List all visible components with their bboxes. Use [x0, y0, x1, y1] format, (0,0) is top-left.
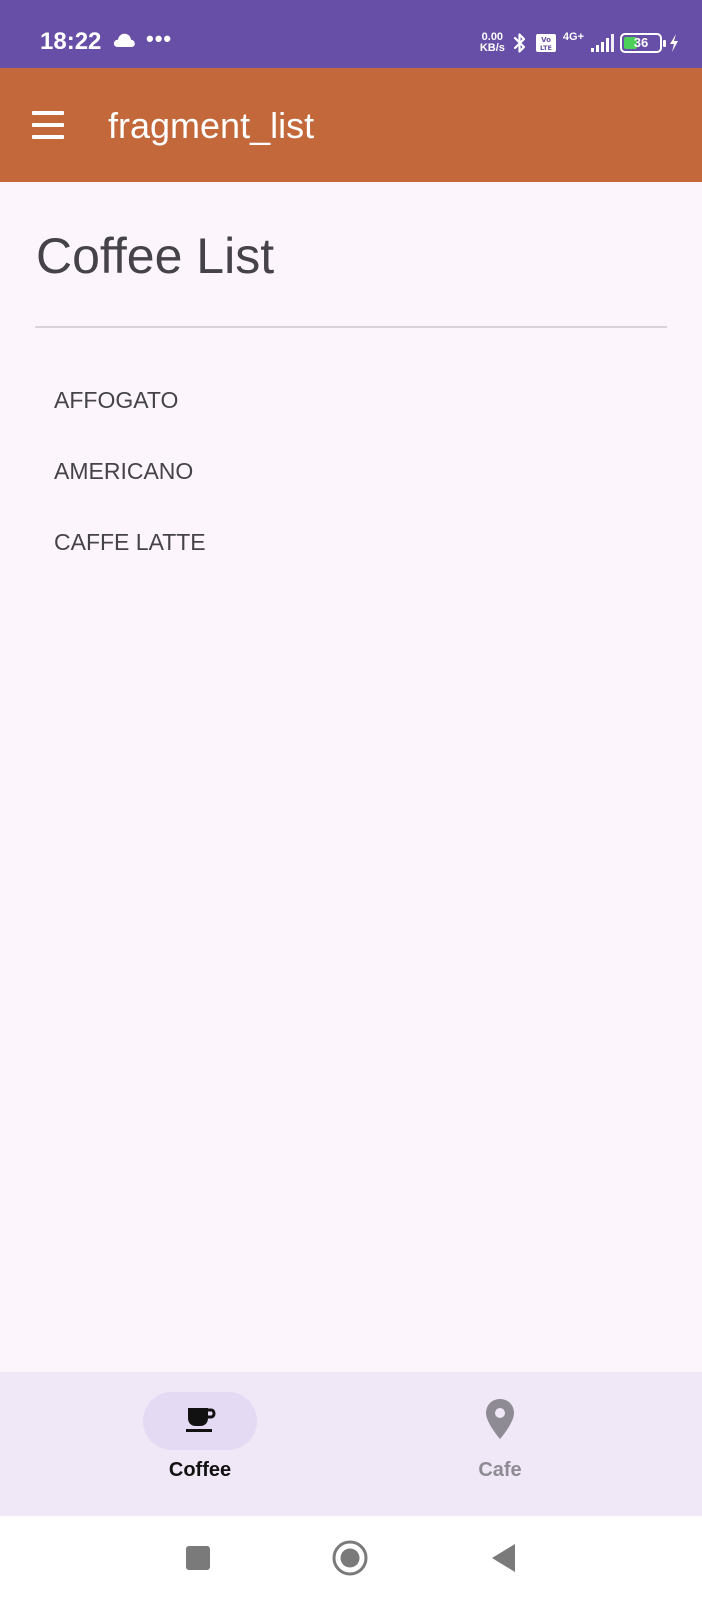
battery-level: 36: [633, 35, 649, 50]
status-time: 18:22: [40, 28, 102, 55]
triangle-back-icon: [489, 1542, 519, 1579]
nav-item-coffee[interactable]: Coffee: [120, 1392, 280, 1492]
page-title: Coffee List: [36, 228, 275, 284]
nav-item-cafe-indicator: [443, 1392, 557, 1450]
back-button[interactable]: [482, 1538, 526, 1582]
network-speed-unit: KB/s: [479, 42, 505, 54]
list-item-americano[interactable]: AMERICANO: [54, 451, 206, 522]
app-bar-title: fragment_list: [108, 105, 315, 146]
network-speed: 0.00 KB/s: [480, 32, 505, 54]
nav-item-coffee-label: Coffee: [168, 1459, 232, 1481]
bluetooth-icon: [511, 31, 529, 55]
list-item-affogato[interactable]: AFFOGATO: [54, 380, 206, 451]
system-navigation-bar: [0, 1516, 702, 1600]
nav-item-cafe-label: Cafe: [478, 1459, 522, 1481]
cloud-icon: [112, 30, 136, 48]
square-icon: [184, 1544, 212, 1577]
signal-strength-icon: [590, 33, 614, 53]
status-notification-icons: •••: [112, 28, 172, 50]
network-generation: 4G+: [562, 30, 584, 43]
hamburger-menu-icon[interactable]: [28, 106, 68, 144]
home-button[interactable]: [328, 1538, 372, 1582]
recents-button[interactable]: [176, 1538, 220, 1582]
divider: [35, 326, 667, 328]
volte-icon: Vo LTE: [535, 33, 557, 53]
battery-icon: 36: [620, 33, 666, 53]
nav-item-coffee-indicator: [143, 1392, 257, 1450]
location-pin-icon: [483, 1397, 517, 1446]
list-item-caffe-latte[interactable]: CAFFE LATTE: [54, 522, 206, 593]
circle-icon: [331, 1539, 369, 1582]
coffee-list: AFFOGATO AMERICANO CAFFE LATTE: [54, 380, 206, 593]
bottom-navigation: Coffee Cafe: [0, 1372, 702, 1516]
more-notifications-indicator: •••: [146, 26, 173, 51]
charging-icon: [668, 33, 680, 53]
status-system-icons: 0.00 KB/s Vo LTE 4G+ 36: [480, 28, 680, 58]
app-bar: fragment_list: [0, 68, 702, 182]
svg-text:LTE: LTE: [540, 44, 552, 52]
status-bar: 18:22 ••• 0.00 KB/s Vo LTE 4G+ 36: [0, 0, 702, 68]
coffee-cup-icon: [183, 1402, 217, 1441]
nav-item-cafe[interactable]: Cafe: [420, 1392, 580, 1492]
svg-text:Vo: Vo: [541, 36, 551, 44]
